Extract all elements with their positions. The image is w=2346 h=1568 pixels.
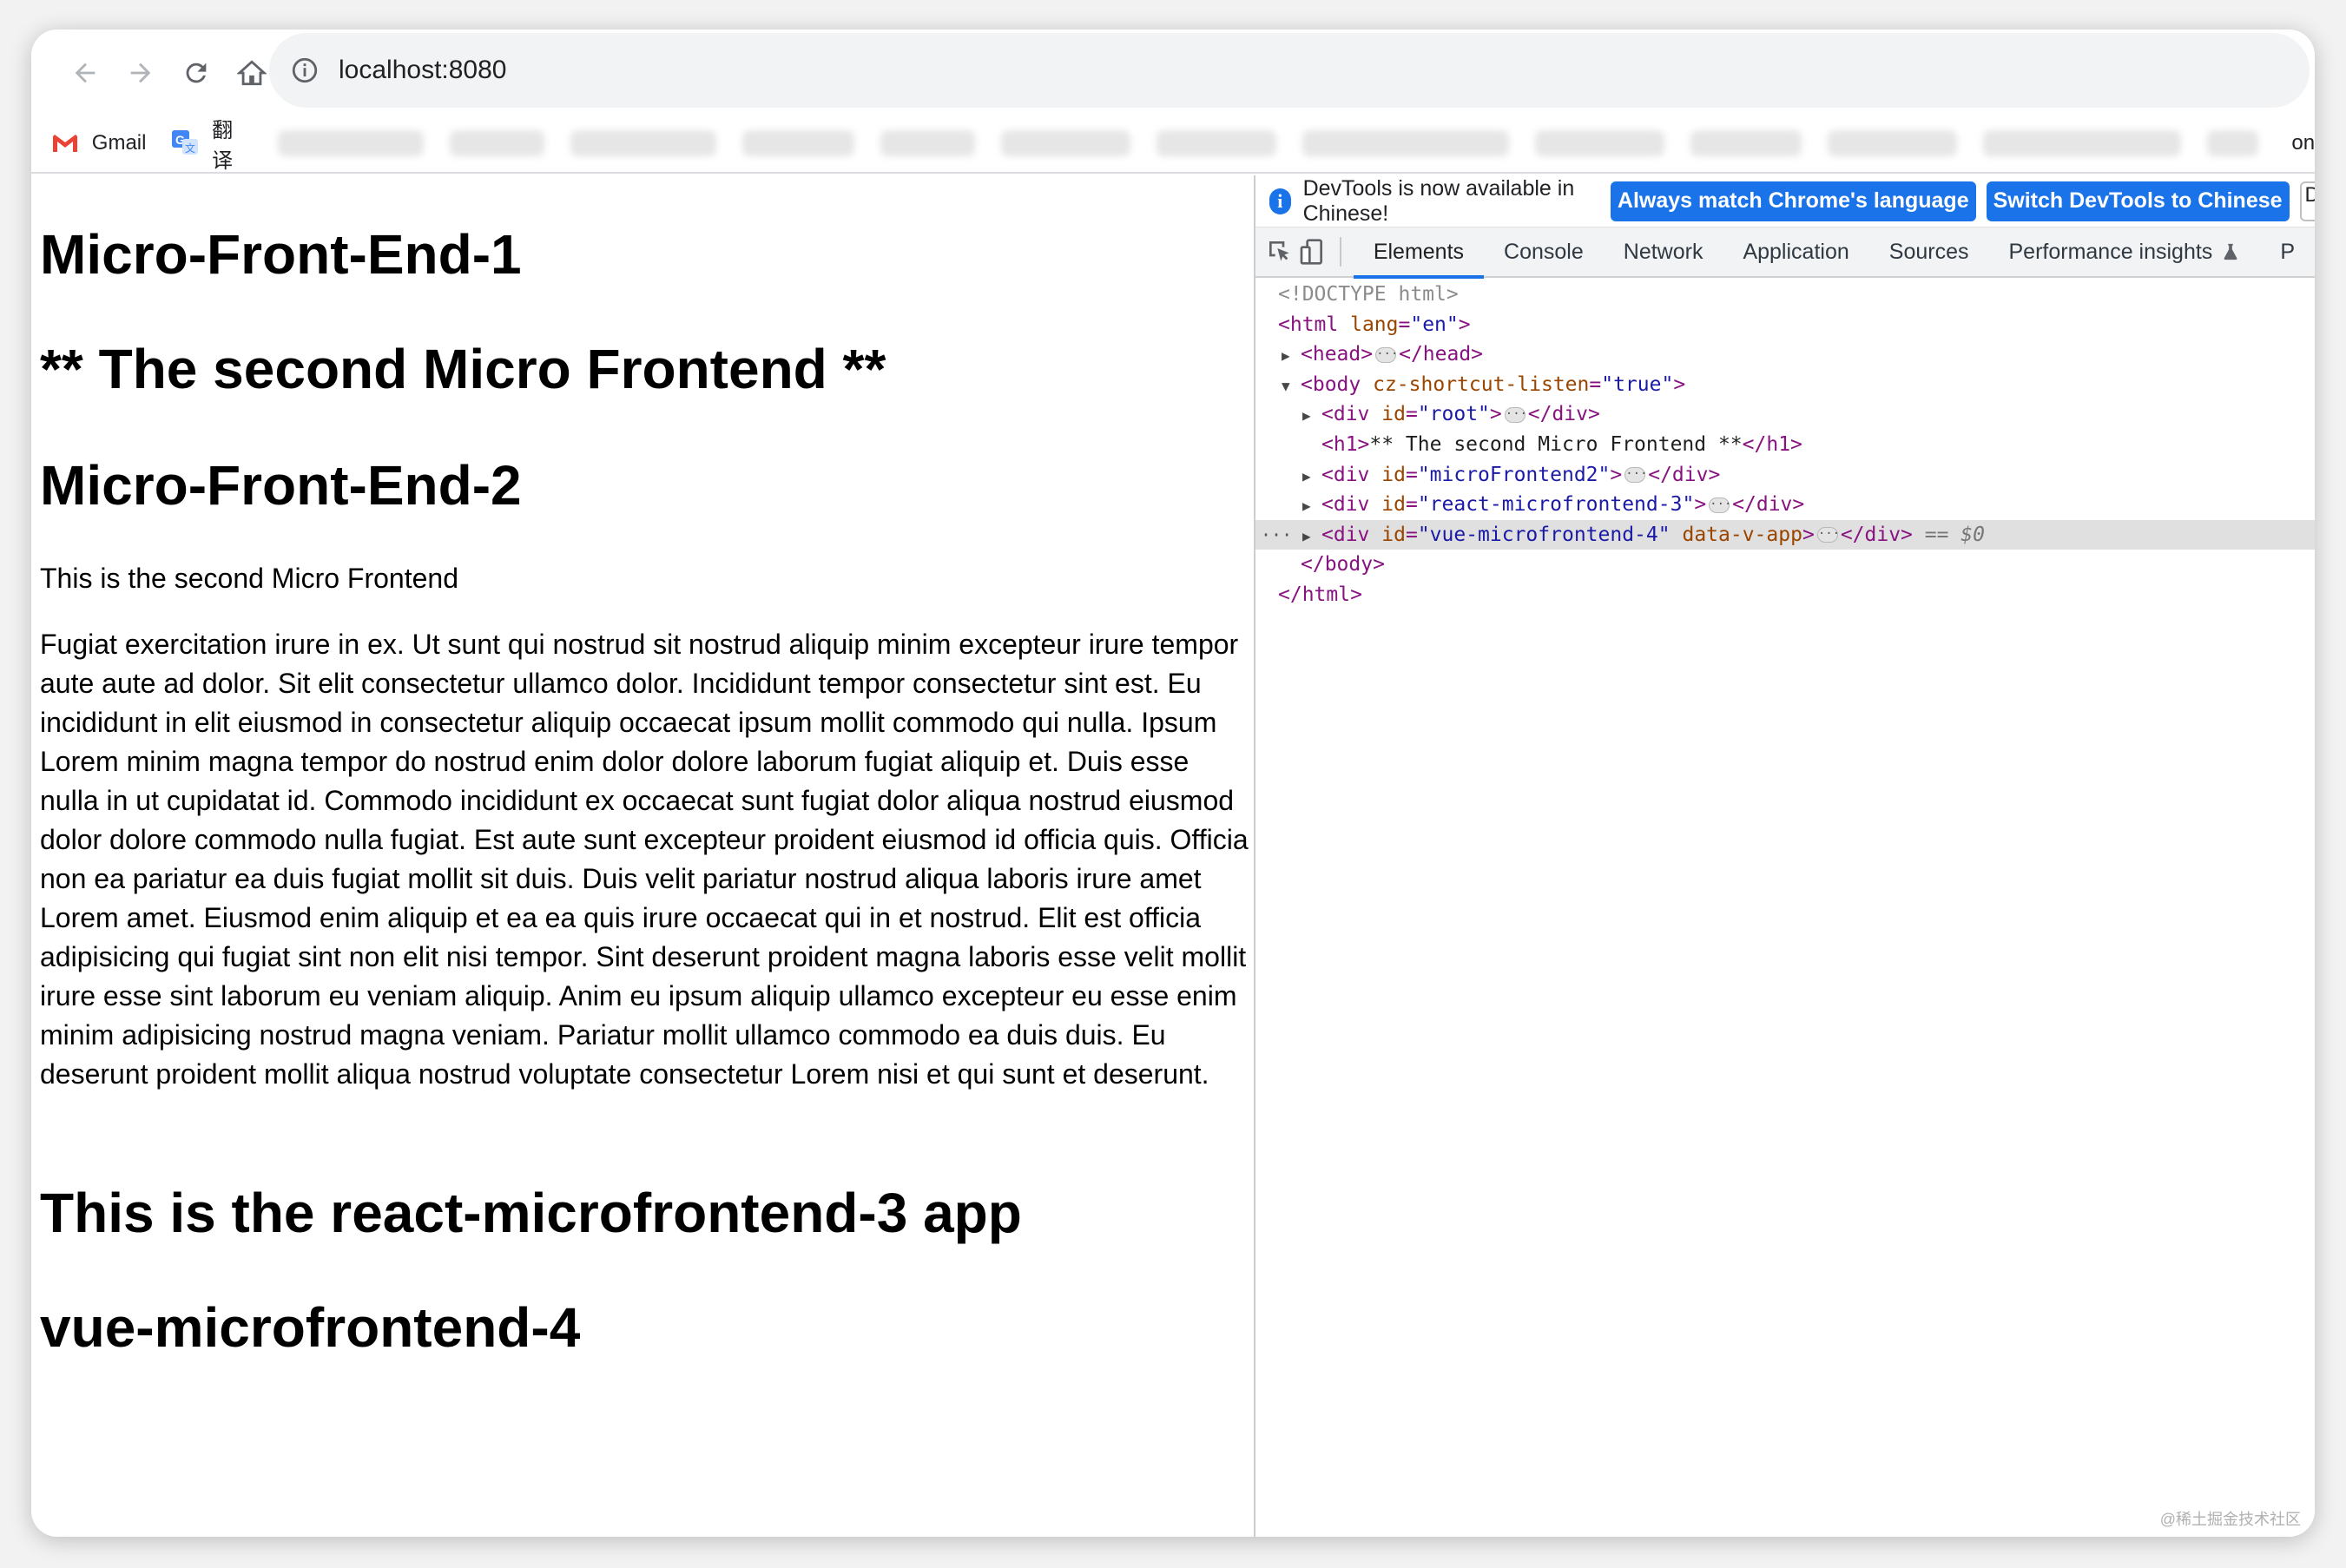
experiment-flask-icon [2224, 243, 2237, 260]
bookmark-translate[interactable]: G文 翻译 [170, 113, 253, 174]
more-options-icon[interactable]: ··· [1261, 520, 1292, 550]
back-button[interactable] [63, 50, 108, 96]
browser-window: localhost:8080 Gmail G文 翻译 on Micro-Fron… [31, 30, 2315, 1537]
bookmarks-bar: Gmail G文 翻译 on [31, 115, 2315, 174]
tab-more[interactable]: P [2245, 227, 2315, 277]
url-text[interactable]: localhost:8080 [339, 56, 506, 85]
dom-node-body[interactable]: ▼ <body cz-shortcut-listen="true"> [1255, 370, 2315, 400]
tab-application[interactable]: Application [1723, 227, 1868, 277]
bookmark-label: Gmail [91, 131, 147, 155]
device-toolbar-button[interactable] [1295, 230, 1328, 273]
arrow-right-icon [130, 63, 151, 83]
forward-button[interactable] [118, 50, 163, 96]
collapse-triangle-icon[interactable]: ▼ [1282, 372, 1301, 402]
heading-vue-microfrontend: vue-microfrontend-4 [40, 1296, 581, 1359]
heading-micro-front-end-2: Micro-Front-End-2 [40, 454, 522, 517]
tab-network[interactable]: Network [1604, 227, 1723, 277]
dom-node-div-vue-microfrontend-4[interactable]: ··· ▶ <div id="vue-microfrontend-4" data-v… [1255, 519, 2315, 552]
bookmark-overflow[interactable]: on [2291, 131, 2315, 155]
tab-console[interactable]: Console [1484, 227, 1604, 277]
watermark-text: @稀土掘金技术社区 [2159, 1511, 2301, 1528]
expand-triangle-icon[interactable]: ▶ [1302, 401, 1321, 432]
devtools-language-infobar: i DevTools is now available in Chinese! … [1255, 175, 2315, 227]
ellipsis-icon[interactable]: ··· [1816, 527, 1840, 544]
dom-node-doctype[interactable]: <!DOCTYPE html> [1255, 280, 2315, 310]
dont-show-again-button[interactable]: D [2299, 181, 2315, 221]
blurred-bookmark[interactable] [1001, 130, 1130, 156]
dom-node-h1[interactable]: <h1>** The second Micro Frontend **</h1> [1255, 430, 2315, 460]
lorem-paragraph: Fugiat exercitation irure in ex. Ut sunt… [40, 629, 1249, 1090]
switch-to-chinese-button[interactable]: Switch DevTools to Chinese [1986, 181, 2290, 221]
dom-node-head[interactable]: ▶ <head> ···</head> [1255, 339, 2315, 370]
ellipsis-icon[interactable]: ··· [1624, 467, 1648, 484]
blurred-bookmark[interactable] [1156, 130, 1277, 156]
tab-label: Performance insights [2008, 239, 2213, 264]
blurred-bookmark[interactable] [742, 130, 855, 156]
selected-node-marker: == $0 [1924, 523, 1986, 546]
dom-node-div-react-microfrontend-3[interactable]: ▶ <div id="react-microfrontend-3"> ···</di… [1255, 490, 2315, 520]
bookmark-label: 翻译 [212, 119, 234, 173]
site-info-icon[interactable] [290, 56, 320, 85]
dom-node-div-microfrontend2[interactable]: ▶ <div id="microFrontend2"> ···</div> [1255, 460, 2315, 491]
toolbar-separator [1340, 237, 1341, 267]
heading-second-micro-frontend: ** The second Micro Frontend ** [40, 338, 886, 400]
reload-button[interactable] [174, 50, 219, 96]
dom-node-body-close[interactable]: </body> [1255, 550, 2315, 580]
dom-node-html-close[interactable]: </html> [1255, 580, 2315, 610]
blurred-bookmark[interactable] [449, 130, 544, 156]
ellipsis-icon[interactable]: ··· [1375, 346, 1398, 363]
subtitle-text: This is the second Micro Frontend [40, 563, 458, 594]
svg-text:文: 文 [185, 142, 195, 155]
blurred-bookmark[interactable] [1302, 130, 1510, 156]
browser-toolbar: localhost:8080 [31, 30, 2315, 115]
blurred-bookmark[interactable] [2206, 130, 2259, 156]
address-bar[interactable]: localhost:8080 [269, 33, 2310, 108]
ellipsis-icon[interactable]: ··· [1504, 406, 1527, 423]
blurred-bookmark[interactable] [880, 130, 976, 156]
gmail-icon [50, 128, 80, 158]
ellipsis-icon[interactable]: ··· [1709, 497, 1731, 513]
info-icon: i [1269, 188, 1291, 214]
expand-triangle-icon[interactable]: ▶ [1282, 341, 1301, 372]
inspect-cursor-icon [1269, 241, 1289, 261]
blurred-bookmark[interactable] [1828, 130, 1958, 156]
dom-node-html[interactable]: <html lang="en"> [1255, 310, 2315, 340]
always-match-language-button[interactable]: Always match Chrome's language [1610, 181, 1976, 221]
heading-micro-front-end-1: Micro-Front-End-1 [40, 223, 522, 286]
inspect-element-button[interactable] [1263, 230, 1295, 273]
blurred-bookmark[interactable] [570, 130, 717, 156]
tab-elements[interactable]: Elements [1353, 227, 1485, 279]
blurred-bookmark[interactable] [1983, 130, 2181, 156]
devtools-tab-bar: Elements Console Network Application Sou… [1255, 227, 2315, 279]
blurred-bookmark[interactable] [1690, 130, 1802, 156]
page-content: Micro-Front-End-1 ** The second Micro Fr… [31, 175, 1254, 1537]
translate-icon: G文 [170, 128, 200, 158]
heading-react-microfrontend: This is the react-microfrontend-3 app [40, 1182, 1022, 1244]
home-icon [237, 60, 267, 86]
device-mode-icon [1300, 239, 1322, 265]
bookmark-gmail[interactable]: Gmail [50, 128, 147, 158]
elements-dom-tree: <!DOCTYPE html> <html lang="en"> ▶ <head>… [1255, 280, 2315, 610]
blurred-bookmark[interactable] [1535, 130, 1664, 156]
dom-node-div-root[interactable]: ▶ <div id="root"> ···</div> [1255, 399, 2315, 430]
home-button[interactable] [229, 50, 274, 96]
expand-triangle-icon[interactable]: ▶ [1302, 491, 1321, 522]
expand-triangle-icon[interactable]: ▶ [1302, 462, 1321, 492]
tab-sources[interactable]: Sources [1869, 227, 1989, 277]
expand-triangle-icon[interactable]: ▶ [1302, 522, 1321, 552]
devtools-panel: i DevTools is now available in Chinese! … [1254, 175, 2315, 1537]
reload-icon [186, 63, 207, 83]
infobar-message: DevTools is now available in Chinese! [1302, 175, 1575, 226]
arrow-left-icon [75, 63, 96, 83]
blurred-bookmark[interactable] [277, 130, 424, 156]
tab-performance-insights[interactable]: Performance insights [1988, 227, 2245, 277]
